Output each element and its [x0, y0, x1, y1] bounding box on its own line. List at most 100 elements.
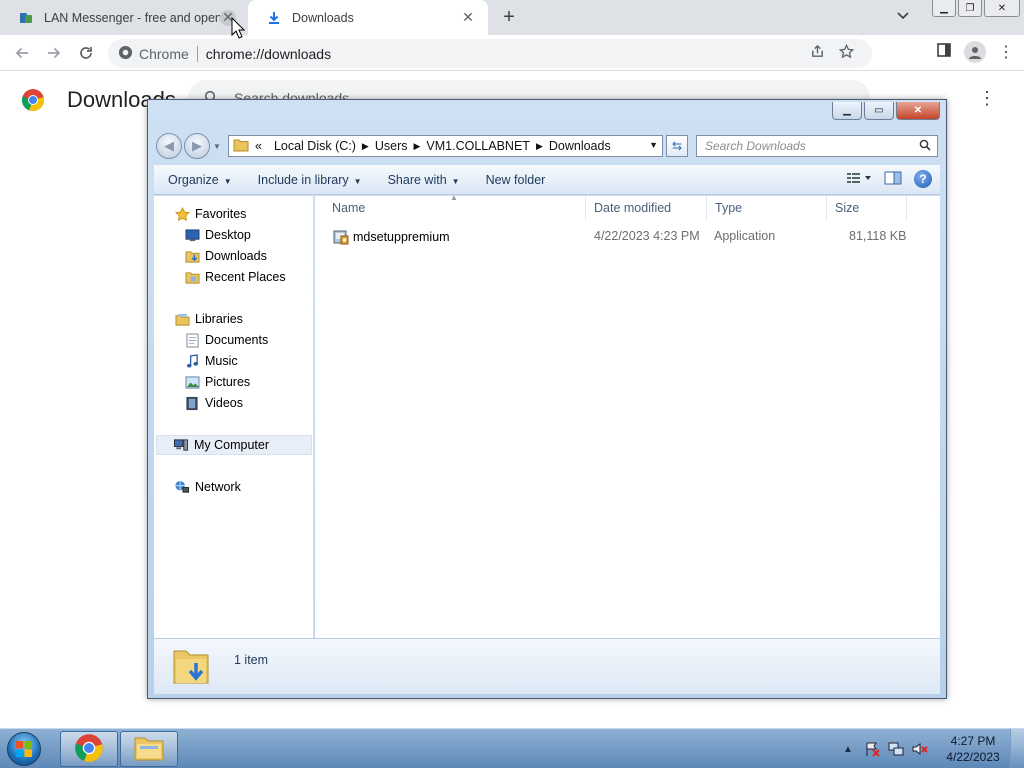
kebab-menu-icon[interactable]: ⋮ [998, 42, 1014, 62]
back-arrow-icon[interactable] [11, 42, 33, 64]
volume-muted-icon[interactable] [912, 741, 928, 757]
file-row[interactable]: mdsetuppremium 4/22/2023 4:23 PM Applica… [315, 226, 940, 248]
more-actions-icon[interactable]: ⋮ [978, 88, 996, 109]
close-icon[interactable]: ✕ [896, 102, 940, 120]
help-icon[interactable]: ? [914, 170, 932, 188]
column-header-name[interactable]: Name ▲ [315, 193, 586, 220]
computer-icon [173, 437, 189, 453]
downloads-folder-icon [172, 645, 210, 687]
browser-toolbar: Chrome chrome://downloads ⋮ [0, 35, 1024, 71]
taskbar-explorer-button[interactable] [120, 731, 178, 767]
download-favicon-icon [266, 10, 282, 26]
column-header-size[interactable]: Size [827, 196, 907, 220]
forward-arrow-icon[interactable] [43, 42, 65, 64]
chevron-down-icon: ▼ [451, 176, 460, 186]
breadcrumb-arrow-icon[interactable]: ▶ [414, 141, 421, 152]
preview-pane-icon[interactable] [884, 171, 902, 188]
tab-close-icon[interactable]: ✕ [460, 9, 476, 26]
action-center-flag-icon[interactable] [864, 741, 880, 757]
nav-documents[interactable]: Documents [184, 330, 268, 350]
minimize-icon[interactable]: ▁ [932, 0, 956, 17]
nav-label: Network [195, 480, 241, 494]
refresh-icon[interactable]: ⇆ [666, 135, 688, 157]
downloads-folder-icon [184, 248, 200, 264]
chevron-down-icon: ▼ [223, 176, 232, 186]
organize-button[interactable]: Organize ▼ [154, 173, 244, 187]
nav-label: Pictures [205, 375, 251, 389]
pictures-icon [184, 374, 200, 390]
maximize-icon[interactable]: ▭ [864, 102, 894, 120]
item-count: 1 item [234, 653, 269, 667]
new-tab-button[interactable]: + [498, 6, 520, 28]
tab-title: LAN Messenger - free and open [44, 10, 220, 25]
breadcrumb-downloads[interactable]: Downloads [549, 139, 611, 153]
breadcrumb-local-disk[interactable]: Local Disk (C:) [274, 139, 356, 153]
desktop-icon [184, 227, 200, 243]
change-view-icon[interactable] [846, 172, 872, 187]
tab-search-chevron-icon[interactable] [896, 8, 914, 26]
back-arrow-icon[interactable]: ◀ [156, 133, 182, 159]
reload-icon[interactable] [75, 42, 97, 64]
side-panel-icon[interactable] [936, 42, 952, 62]
nav-network[interactable]: Network [174, 477, 241, 497]
nav-recent-places[interactable]: Recent Places [184, 267, 286, 287]
command-bar-right: ? [846, 170, 932, 188]
nav-pictures[interactable]: Pictures [184, 372, 250, 392]
breadcrumb-users[interactable]: Users [375, 139, 408, 153]
recent-places-icon [184, 269, 200, 285]
documents-icon [184, 332, 200, 348]
nav-label: Libraries [195, 312, 243, 326]
nav-videos[interactable]: Videos [184, 393, 243, 413]
breadcrumb-vm1-collabnet[interactable]: VM1.COLLABNET [426, 139, 530, 153]
profile-avatar[interactable] [964, 41, 986, 63]
tab-downloads[interactable]: Downloads ✕ [248, 0, 488, 35]
breadcrumb-overflow[interactable]: « [255, 139, 262, 153]
start-button[interactable] [4, 730, 44, 768]
clock-date: 4/22/2023 [946, 750, 1000, 764]
breadcrumb-arrow-icon[interactable]: ▶ [536, 141, 543, 152]
new-folder-button[interactable]: New folder [472, 173, 558, 187]
tab-title: Downloads [292, 10, 354, 25]
nav-label: Documents [205, 333, 269, 347]
nav-my-computer[interactable]: My Computer [156, 435, 312, 455]
column-header-date-modified[interactable]: Date modified [586, 196, 707, 220]
nav-music[interactable]: Music [184, 351, 238, 371]
include-in-library-button[interactable]: Include in library ▼ [244, 173, 374, 187]
explorer-address-bar[interactable]: « Local Disk (C:) ▶ Users ▶ VM1.COLLABNE… [228, 135, 663, 157]
url-text: chrome://downloads [205, 45, 332, 62]
chrome-logo-icon [74, 733, 104, 766]
nav-desktop[interactable]: Desktop [184, 225, 251, 245]
file-date: 4/22/2023 4:23 PM [594, 229, 700, 243]
show-desktop-button[interactable] [1010, 729, 1024, 768]
show-hidden-icons-icon[interactable]: ▲ [840, 741, 856, 757]
column-header-type[interactable]: Type [707, 196, 827, 220]
explorer-search-input[interactable]: Search Downloads [696, 135, 938, 157]
music-note-icon [184, 353, 200, 369]
network-status-icon[interactable] [888, 741, 904, 757]
forward-arrow-icon[interactable]: ▶ [184, 133, 210, 159]
restore-icon[interactable]: ❐ [958, 0, 982, 17]
breadcrumb-arrow-icon[interactable]: ▶ [362, 141, 369, 152]
address-bar[interactable]: Chrome chrome://downloads [108, 39, 872, 68]
system-clock[interactable]: 4:27 PM 4/22/2023 [936, 733, 1010, 765]
file-name: mdsetuppremium [353, 230, 450, 244]
taskbar-chrome-button[interactable] [60, 731, 118, 767]
chrome-window-controls: ▁ ❐ ✕ [932, 0, 1020, 17]
address-dropdown-icon[interactable]: ▼ [649, 140, 658, 150]
nav-favorites[interactable]: Favorites [174, 204, 246, 224]
column-label: Size [835, 201, 860, 215]
clock-time: 4:27 PM [950, 734, 996, 748]
libraries-icon [174, 311, 190, 327]
share-icon[interactable] [810, 44, 825, 63]
minimize-icon[interactable]: ▁ [832, 102, 862, 120]
nav-libraries[interactable]: Libraries [174, 309, 243, 329]
recent-pages-dropdown-icon[interactable]: ▼ [213, 142, 221, 151]
share-with-button[interactable]: Share with ▼ [374, 173, 472, 187]
bookmark-star-icon[interactable] [838, 43, 855, 63]
tab-lan-messenger[interactable]: LAN Messenger - free and open ✕ [0, 0, 248, 35]
search-icon[interactable] [919, 139, 931, 154]
button-label: Share with [387, 172, 447, 187]
close-icon[interactable]: ✕ [984, 0, 1020, 17]
lan-messenger-favicon-icon [18, 10, 34, 26]
nav-downloads[interactable]: Downloads [184, 246, 267, 266]
